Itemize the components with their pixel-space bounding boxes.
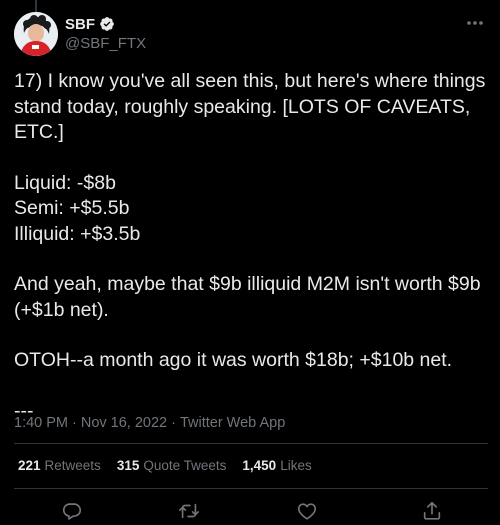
quote-tweets-stat[interactable]: 315 Quote Tweets [117,458,227,473]
tweet-stats: 221 Retweets 315 Quote Tweets 1,450 Likes [18,458,312,473]
share-icon [423,501,441,520]
author-display-name[interactable]: SBF [65,16,95,33]
meta-separator: · [171,415,176,431]
more-options-icon[interactable] [464,16,486,28]
name-row: SBF [65,14,146,34]
like-icon [297,503,317,520]
quote-tweets-count: 315 [116,458,140,473]
avatar[interactable] [14,12,58,56]
tweet-text: 17) I know you've all seen this, but her… [14,69,488,424]
author-handle[interactable]: @SBF_FTX [65,35,146,52]
likes-label: Likes [280,458,312,473]
like-button[interactable] [295,499,319,523]
tweet-date[interactable]: Nov 16, 2022 [81,415,167,431]
retweet-button[interactable] [177,499,201,523]
likes-count: 1,450 [242,458,277,473]
tweet-paragraph-intro: 17) I know you've all seen this, but her… [14,70,486,143]
retweets-count: 221 [18,458,41,473]
tweet-actions [60,499,450,523]
avatar-image [14,12,58,56]
meta-separator: · [72,415,77,431]
stats-top-divider [14,443,488,444]
tweet-metadata: 1:40 PM · Nov 16, 2022 · Twitter Web App [14,415,285,431]
retweet-icon [179,503,199,519]
tweet-line-liquid: Liquid: -$8b [14,171,116,194]
thread-connector-line [35,0,37,12]
tweet-header: SBF @SBF_FTX [14,12,488,58]
reply-button[interactable] [60,499,84,523]
tweet-line-semi: Semi: +$5.5b [14,197,130,219]
tweet-time[interactable]: 1:40 PM [14,415,68,431]
share-button[interactable] [420,499,444,523]
retweets-label: Retweets [44,458,101,473]
retweets-stat[interactable]: 221 Retweets [18,458,101,473]
reply-icon [62,503,82,520]
stats-bottom-divider [14,488,488,489]
verified-badge-icon [99,16,115,32]
tweet-paragraph-m2m: And yeah, maybe that $9b illiquid M2M is… [14,273,481,321]
tweet-paragraph-otoh: OTOH--a month ago it was worth $18b; +$1… [14,349,453,371]
tweet-source[interactable]: Twitter Web App [180,415,285,431]
likes-stat[interactable]: 1,450 Likes [242,458,311,473]
quote-tweets-label: Quote Tweets [143,458,227,473]
author-identity: SBF @SBF_FTX [65,14,146,53]
tweet-line-illiquid: Illiquid: +$3.5b [14,222,141,245]
